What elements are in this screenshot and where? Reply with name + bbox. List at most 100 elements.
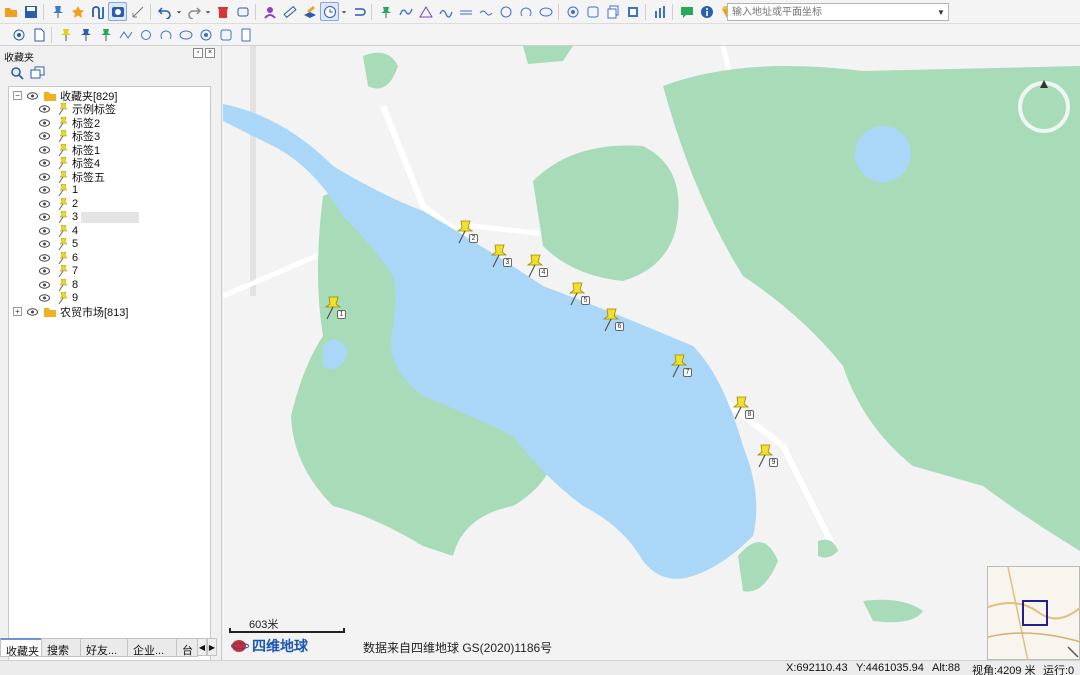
timer-dropdown-icon[interactable] (340, 2, 348, 21)
select-rect-icon[interactable] (233, 2, 252, 21)
visibility-eye-icon[interactable] (27, 307, 38, 316)
visibility-eye-icon[interactable] (39, 213, 50, 221)
ellipse-small-icon[interactable] (176, 25, 195, 44)
open-folder-icon[interactable] (1, 2, 20, 21)
map-pushpin[interactable]: 6 (599, 308, 624, 332)
pin-tool-icon[interactable] (48, 2, 67, 21)
compass-icon[interactable] (1013, 76, 1075, 138)
favorite-star-icon[interactable] (68, 2, 87, 21)
visibility-eye-icon[interactable] (39, 172, 50, 181)
tree-item[interactable]: 8 (39, 278, 78, 291)
yellow-pin-icon[interactable] (56, 25, 75, 44)
tree-item[interactable]: 3 (39, 211, 140, 224)
tree-item[interactable]: 5 (39, 238, 78, 251)
tree-item[interactable]: 6 (39, 251, 78, 264)
visibility-eye-icon[interactable] (39, 105, 50, 113)
doc-small-icon[interactable] (236, 25, 255, 44)
map-pushpin[interactable]: 8 (729, 396, 754, 420)
panel-tab[interactable]: 收藏夹 (0, 638, 42, 657)
redo-dropdown-icon[interactable] (204, 2, 212, 21)
undo-icon[interactable] (155, 2, 174, 21)
user-location-icon[interactable] (260, 2, 279, 21)
panel-search-icon[interactable] (10, 66, 24, 80)
undo-dropdown-icon[interactable] (175, 2, 183, 21)
tree-item[interactable]: 2 (39, 197, 78, 210)
map-view[interactable]: 2 3 4 5 6 7 8 9 1 603米 四维地球 数据来自四维地球 GS(2020)118… (223, 46, 1080, 660)
panel-tab[interactable]: 台 (176, 638, 198, 657)
tree-expand-toggle[interactable]: − (13, 91, 22, 100)
visibility-eye-icon[interactable] (39, 253, 50, 262)
visibility-eye-icon[interactable] (39, 186, 50, 194)
overview-viewport[interactable] (1022, 600, 1048, 626)
target-small-icon[interactable] (196, 25, 215, 44)
map-pushpin[interactable]: 9 (753, 444, 778, 468)
timer-icon[interactable] (320, 2, 339, 21)
path-tool-icon[interactable] (88, 2, 107, 21)
redo-icon[interactable] (184, 2, 203, 21)
tab-scroll-left-icon[interactable]: ◀ (197, 638, 207, 656)
delete-icon[interactable] (213, 2, 232, 21)
arc-small-icon[interactable] (156, 25, 175, 44)
visibility-eye-icon[interactable] (39, 199, 50, 208)
tree-item[interactable]: 标签五 (39, 170, 105, 184)
measure-icon[interactable] (128, 2, 147, 21)
tab-scroll-right-icon[interactable]: ▶ (207, 638, 217, 656)
save-icon[interactable] (21, 2, 40, 21)
info-icon[interactable] (697, 2, 716, 21)
visibility-eye-icon[interactable] (39, 118, 50, 127)
circle-small-icon[interactable] (136, 25, 155, 44)
visibility-eye-icon[interactable] (39, 145, 50, 154)
tree-folder[interactable]: + 农贸市场[813] (13, 305, 128, 319)
view-mode-icon[interactable] (108, 2, 127, 21)
locate-icon[interactable] (9, 25, 28, 44)
blue-pin-icon[interactable] (76, 25, 95, 44)
search-input[interactable] (727, 3, 949, 21)
route-back-icon[interactable] (349, 2, 368, 21)
map-pushpin[interactable]: 7 (667, 354, 692, 378)
message-icon[interactable] (677, 2, 696, 21)
draw-wave-icon[interactable] (476, 2, 495, 21)
polyline-icon[interactable] (116, 25, 135, 44)
copy-icon[interactable] (603, 2, 622, 21)
map-pushpin[interactable]: 3 (487, 244, 512, 268)
square-small-icon[interactable] (216, 25, 235, 44)
map-pushpin[interactable]: 2 (453, 220, 478, 244)
tree-item[interactable]: 4 (39, 224, 78, 237)
new-file-icon[interactable] (29, 25, 48, 44)
draw-line-icon[interactable] (396, 2, 415, 21)
frame-icon[interactable] (583, 2, 602, 21)
ruler-icon[interactable] (280, 2, 299, 21)
panel-tab[interactable]: 搜索 (41, 638, 81, 657)
visibility-eye-icon[interactable] (39, 280, 50, 289)
draw-triangle-icon[interactable] (416, 2, 435, 21)
panel-close-button[interactable]: × (205, 48, 215, 58)
visibility-eye-icon[interactable] (27, 91, 38, 100)
tree-expand-toggle[interactable]: + (13, 307, 22, 316)
visibility-eye-icon[interactable] (39, 240, 50, 248)
target-icon[interactable] (563, 2, 582, 21)
chart-icon[interactable] (650, 2, 669, 21)
visibility-eye-icon[interactable] (39, 226, 50, 235)
green-pin-icon[interactable] (96, 25, 115, 44)
draw-hline-icon[interactable] (456, 2, 475, 21)
draw-arc-icon[interactable] (516, 2, 535, 21)
tree-item[interactable]: 1 (39, 184, 78, 197)
panel-tab[interactable]: 企业... (127, 638, 177, 657)
draw-curve-icon[interactable] (436, 2, 455, 21)
map-pushpin[interactable]: 4 (523, 254, 548, 278)
panel-tab[interactable]: 好友... (80, 638, 128, 657)
visibility-eye-icon[interactable] (39, 294, 50, 302)
panel-restore-button[interactable]: ▫ (193, 48, 203, 58)
tile-icon[interactable] (623, 2, 642, 21)
draw-ellipse-icon[interactable] (536, 2, 555, 21)
add-pin-icon[interactable] (376, 2, 395, 21)
map-pushpin[interactable]: 5 (565, 282, 590, 306)
map-pushpin[interactable]: 1 (321, 296, 346, 320)
visibility-eye-icon[interactable] (39, 267, 50, 275)
panel-copy-icon[interactable] (30, 66, 46, 80)
search-dropdown-icon[interactable]: ▼ (934, 4, 948, 20)
visibility-eye-icon[interactable] (39, 159, 50, 167)
tree-item[interactable]: 7 (39, 265, 78, 278)
overview-map[interactable] (987, 566, 1080, 660)
layer-edit-icon[interactable] (300, 2, 319, 21)
